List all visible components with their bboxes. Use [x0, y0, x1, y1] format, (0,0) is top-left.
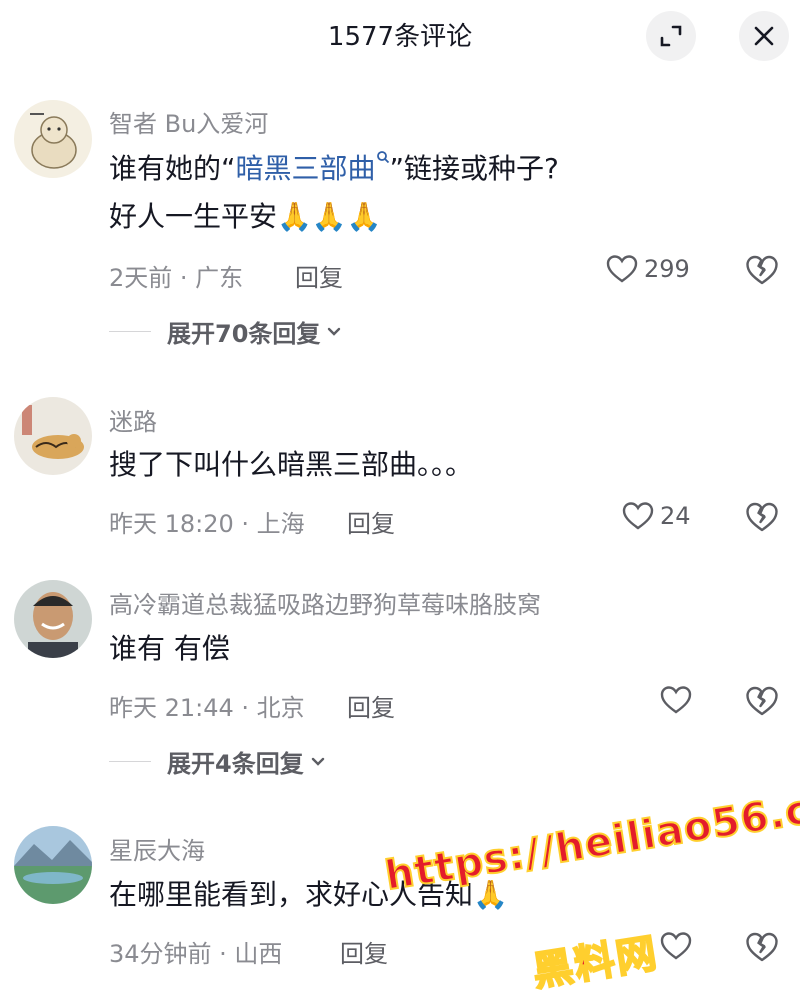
heart-icon	[606, 255, 638, 283]
expand-replies-label: 展开4条回复	[167, 750, 304, 778]
comment-text-line: 好人一生平安🙏🙏🙏	[109, 200, 382, 233]
like-button[interactable]: 299	[606, 254, 690, 284]
like-count: 24	[660, 502, 691, 530]
reply-button[interactable]: 回复	[347, 688, 395, 723]
expand-replies[interactable]: 展开4条回复	[109, 744, 326, 779]
comment-text: 在哪里能看到，求好心人告知🙏	[109, 878, 508, 911]
broken-heart-icon	[746, 932, 778, 962]
avatar[interactable]	[14, 580, 92, 658]
comment-meta: 昨天 21:44 · 北京	[109, 694, 305, 722]
expand-button[interactable]	[646, 11, 696, 61]
expand-icon	[660, 25, 682, 47]
comment-meta: 34分钟前 · 山西	[109, 940, 283, 968]
comment-username[interactable]: 智者 Bu入爱河	[109, 104, 268, 139]
comment-text: 谁有她的“暗黑三部曲 ”链接或种子?	[109, 151, 559, 186]
comment-meta: 昨天 18:20 · 上海	[109, 510, 305, 538]
avatar[interactable]	[14, 397, 92, 475]
reply-button[interactable]: 回复	[347, 504, 395, 539]
dislike-button[interactable]	[745, 254, 779, 290]
like-button[interactable]	[660, 931, 698, 961]
dislike-button[interactable]	[745, 685, 779, 721]
comment-username[interactable]: 迷路	[109, 402, 157, 437]
like-button[interactable]: 24	[622, 501, 691, 531]
reply-button[interactable]: 回复	[340, 934, 388, 969]
comment-text: 搜了下叫什么暗黑三部曲。。。	[109, 448, 474, 481]
divider	[109, 761, 151, 762]
expand-replies[interactable]: 展开70条回复	[109, 314, 342, 349]
comment-username[interactable]: 星辰大海	[109, 831, 205, 866]
close-icon	[754, 26, 774, 46]
comment-text-part: 谁有她的“	[109, 152, 236, 185]
comment-meta: 2天前 · 广东	[109, 264, 244, 292]
broken-heart-icon	[746, 502, 778, 532]
search-keyword-link[interactable]: 暗黑三部曲	[236, 152, 376, 185]
like-button[interactable]	[660, 685, 698, 715]
broken-heart-icon	[746, 686, 778, 716]
expand-replies-label: 展开70条回复	[167, 320, 321, 348]
close-button[interactable]	[739, 11, 789, 61]
heart-icon	[660, 686, 692, 714]
dislike-button[interactable]	[745, 931, 779, 967]
broken-heart-icon	[746, 255, 778, 285]
search-icon	[376, 151, 389, 164]
avatar[interactable]	[14, 826, 92, 904]
comment-text: 谁有 有偿	[109, 632, 230, 665]
comments-header: 1577条评论	[0, 0, 800, 72]
like-count: 299	[644, 255, 690, 283]
reply-button[interactable]: 回复	[295, 258, 343, 293]
comment-text-part: ”链接或种子?	[389, 152, 559, 185]
heart-icon	[660, 932, 692, 960]
divider	[109, 331, 151, 332]
chevron-down-icon	[328, 327, 341, 336]
comment-username[interactable]: 高冷霸道总裁猛吸路边野狗草莓味胳肢窝	[109, 585, 541, 620]
dislike-button[interactable]	[745, 501, 779, 537]
avatar[interactable]	[14, 100, 92, 178]
watermark: https://heiliao56.com 黑料网	[381, 775, 800, 998]
heart-icon	[622, 502, 654, 530]
chevron-down-icon	[311, 757, 324, 766]
watermark-label: 黑料网	[529, 929, 663, 996]
